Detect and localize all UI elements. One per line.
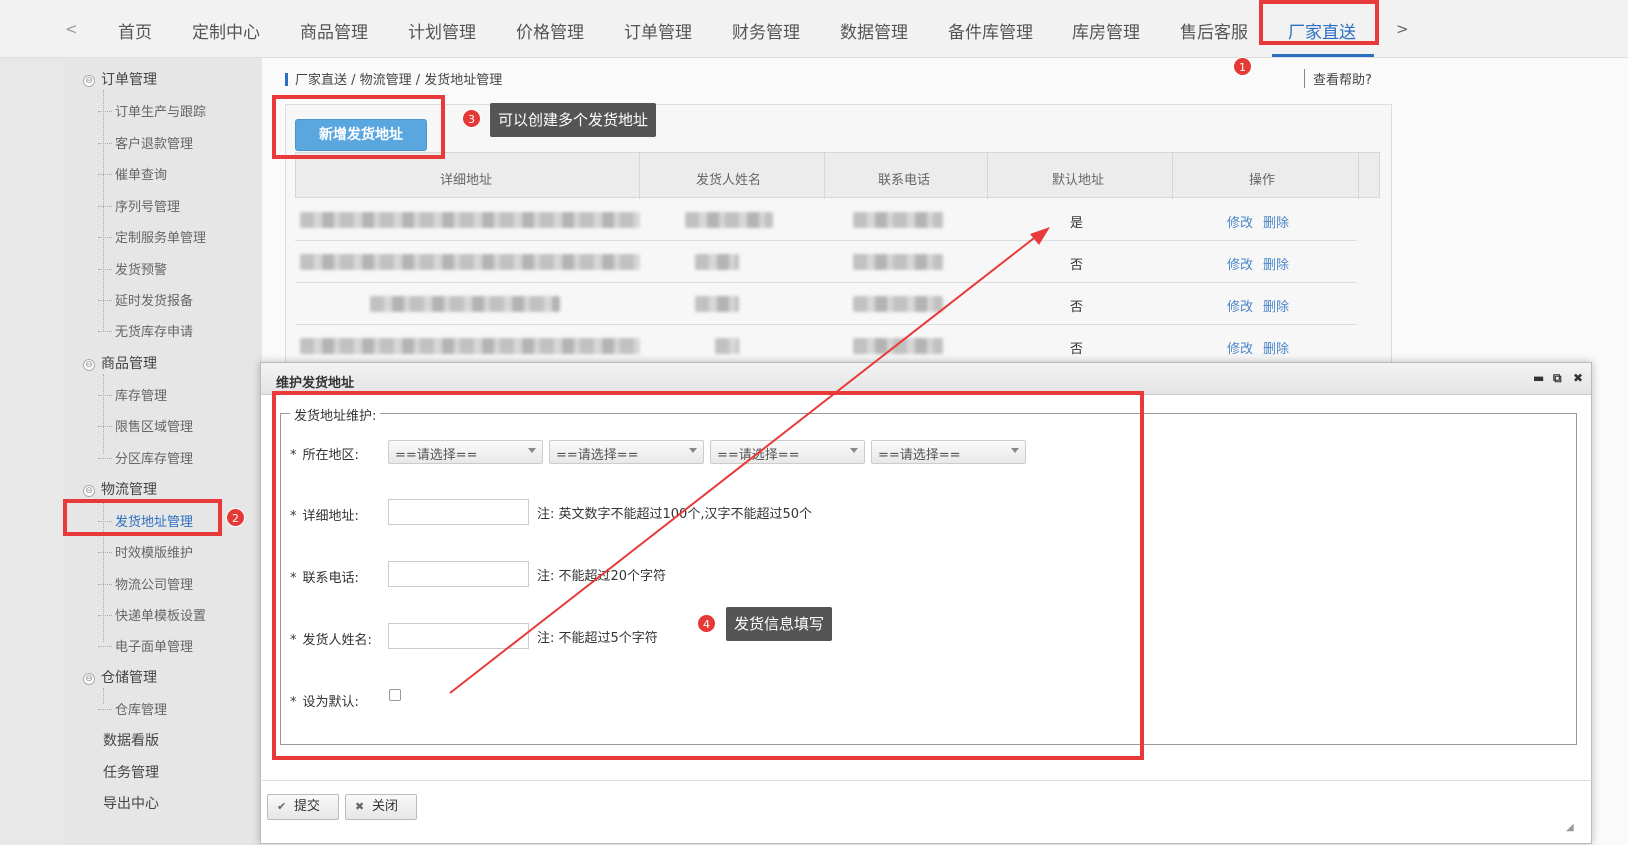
blurred-address xyxy=(370,296,560,312)
delete-link[interactable]: 删除 xyxy=(1263,296,1289,315)
step-badge: 3 xyxy=(462,109,481,128)
blurred-sender xyxy=(715,338,739,354)
step-badge: 1 xyxy=(1233,57,1252,76)
nav-active-underline xyxy=(1272,54,1374,57)
highlight-box-form xyxy=(272,391,1144,760)
edit-link[interactable]: 修改 xyxy=(1227,254,1253,273)
close-button[interactable]: ✖ 关闭 xyxy=(345,794,417,820)
sidebar-item-data-board[interactable]: 数据看版 xyxy=(103,730,159,750)
nav-item-order[interactable]: 订单管理 xyxy=(624,18,692,43)
table-row: 否 修改 删除 xyxy=(295,241,1357,283)
sidebar-item-logistics-company[interactable]: 物流公司管理 xyxy=(98,574,193,593)
delete-link[interactable]: 删除 xyxy=(1263,212,1289,231)
submit-button[interactable]: ✔ 提交 xyxy=(267,794,339,820)
sidebar-group-label: 订单管理 xyxy=(101,72,157,88)
dialog-footer-divider xyxy=(260,780,1592,781)
table-header: 详细地址 发货人姓名 联系电话 默认地址 操作 xyxy=(295,152,1380,199)
sidebar-item-zone-stock[interactable]: 分区库存管理 xyxy=(98,448,193,467)
nav-item-price[interactable]: 价格管理 xyxy=(516,18,584,43)
dialog-title: 维护发货地址 xyxy=(276,376,355,391)
sidebar-item-ship-warning[interactable]: 发货预警 xyxy=(98,259,167,278)
blurred-phone xyxy=(853,296,943,312)
collapse-icon[interactable]: ⊖ xyxy=(83,75,95,87)
sidebar-item-waybill-template[interactable]: 快递单模板设置 xyxy=(98,605,206,624)
nav-item-home[interactable]: 首页 xyxy=(118,18,152,43)
sidebar-group-product[interactable]: ⊖ 商品管理 xyxy=(83,353,157,373)
default-flag: 否 xyxy=(1070,258,1084,273)
nav-item-after-sales[interactable]: 售后客服 xyxy=(1180,18,1248,43)
highlight-box-sidebar xyxy=(63,499,222,536)
blurred-sender xyxy=(685,212,773,228)
sidebar-item-serial[interactable]: 序列号管理 xyxy=(98,196,180,215)
highlight-box-nav xyxy=(1259,0,1379,45)
table-row: 否 修改 删除 xyxy=(295,325,1357,367)
nav-item-product[interactable]: 商品管理 xyxy=(300,18,368,43)
nav-item-spare-parts[interactable]: 备件库管理 xyxy=(948,18,1033,43)
nav-item-data[interactable]: 数据管理 xyxy=(840,18,908,43)
close-icon: ✖ xyxy=(355,800,365,813)
nav-item-warehouse[interactable]: 库房管理 xyxy=(1072,18,1140,43)
blurred-phone xyxy=(853,212,943,228)
minimize-icon[interactable]: ▬ xyxy=(1533,371,1544,385)
blurred-phone xyxy=(853,254,943,270)
sidebar-item-restricted-area[interactable]: 限售区域管理 xyxy=(98,416,193,435)
sidebar-item-refund[interactable]: 客户退款管理 xyxy=(98,133,193,152)
collapse-icon[interactable]: ⊖ xyxy=(83,359,95,371)
nav-item-plan[interactable]: 计划管理 xyxy=(408,18,476,43)
col-header-phone: 联系电话 xyxy=(878,173,931,188)
sidebar-item-custom-service[interactable]: 定制服务单管理 xyxy=(98,227,206,246)
delete-link[interactable]: 删除 xyxy=(1263,254,1289,273)
sidebar-group-order[interactable]: ⊖ 订单管理 xyxy=(83,69,157,89)
sidebar-item-stockout[interactable]: 无货库存申请 xyxy=(98,321,193,340)
delete-link[interactable]: 删除 xyxy=(1263,338,1289,357)
tooltip-fill-info: 发货信息填写 xyxy=(726,607,833,641)
sidebar-item-timing-template[interactable]: 时效模版维护 xyxy=(98,542,193,561)
col-header-sender: 发货人姓名 xyxy=(696,173,762,188)
sidebar-item-export[interactable]: 导出中心 xyxy=(103,793,159,813)
top-nav: < 首页 定制中心 商品管理 计划管理 价格管理 订单管理 财务管理 数据管理 … xyxy=(0,0,1628,58)
nav-item-finance[interactable]: 财务管理 xyxy=(732,18,800,43)
blurred-address xyxy=(300,338,640,354)
edit-link[interactable]: 修改 xyxy=(1227,338,1253,357)
sidebar-item-stock[interactable]: 库存管理 xyxy=(98,385,167,404)
nav-item-custom-center[interactable]: 定制中心 xyxy=(192,18,260,43)
sidebar-item-delay-report[interactable]: 延时发货报备 xyxy=(98,290,193,309)
blurred-address xyxy=(300,212,640,228)
default-flag: 否 xyxy=(1070,342,1084,357)
maximize-icon[interactable]: ⧉ xyxy=(1553,371,1562,386)
sidebar-item-warehouse[interactable]: 仓库管理 xyxy=(98,699,167,718)
help-link[interactable]: 查看帮助? xyxy=(1304,69,1372,88)
step-badge: 4 xyxy=(697,614,716,633)
blurred-address xyxy=(300,254,640,270)
sidebar-item-order-tracking[interactable]: 订单生产与跟踪 xyxy=(98,101,206,120)
close-icon[interactable]: ✖ xyxy=(1573,371,1583,385)
sidebar-group-logistics[interactable]: ⊖ 物流管理 xyxy=(83,479,157,499)
resize-handle-icon[interactable]: ◢ xyxy=(1566,822,1574,833)
step-badge: 2 xyxy=(226,508,245,527)
table-row: 是 修改 删除 xyxy=(295,199,1357,241)
edit-link[interactable]: 修改 xyxy=(1227,212,1253,231)
collapse-icon[interactable]: ⊖ xyxy=(83,673,95,685)
blurred-sender xyxy=(695,254,739,270)
default-flag: 否 xyxy=(1070,300,1084,315)
col-header-actions: 操作 xyxy=(1249,173,1276,188)
check-icon: ✔ xyxy=(277,800,287,813)
sidebar-item-tasks[interactable]: 任务管理 xyxy=(103,762,159,782)
sidebar-item-reminder[interactable]: 催单查询 xyxy=(98,164,167,183)
tooltip-multi-address: 可以创建多个发货地址 xyxy=(490,103,657,137)
col-header-address: 详细地址 xyxy=(440,173,493,188)
nav-next-arrow-icon[interactable]: > xyxy=(1396,20,1409,38)
nav-prev-arrow-icon[interactable]: < xyxy=(65,20,78,38)
collapse-icon[interactable]: ⊖ xyxy=(83,485,95,497)
breadcrumb: 厂家直送 / 物流管理 / 发货地址管理 xyxy=(285,69,502,88)
blurred-sender xyxy=(695,296,739,312)
sidebar-item-e-waybill[interactable]: 电子面单管理 xyxy=(98,636,193,655)
sidebar-group-storage[interactable]: ⊖ 仓储管理 xyxy=(83,667,157,687)
edit-link[interactable]: 修改 xyxy=(1227,296,1253,315)
col-header-default: 默认地址 xyxy=(1052,173,1105,188)
default-flag: 是 xyxy=(1070,216,1084,231)
blurred-phone xyxy=(853,338,943,354)
table-row: 否 修改 删除 xyxy=(295,283,1357,325)
highlight-box-add xyxy=(272,95,445,159)
